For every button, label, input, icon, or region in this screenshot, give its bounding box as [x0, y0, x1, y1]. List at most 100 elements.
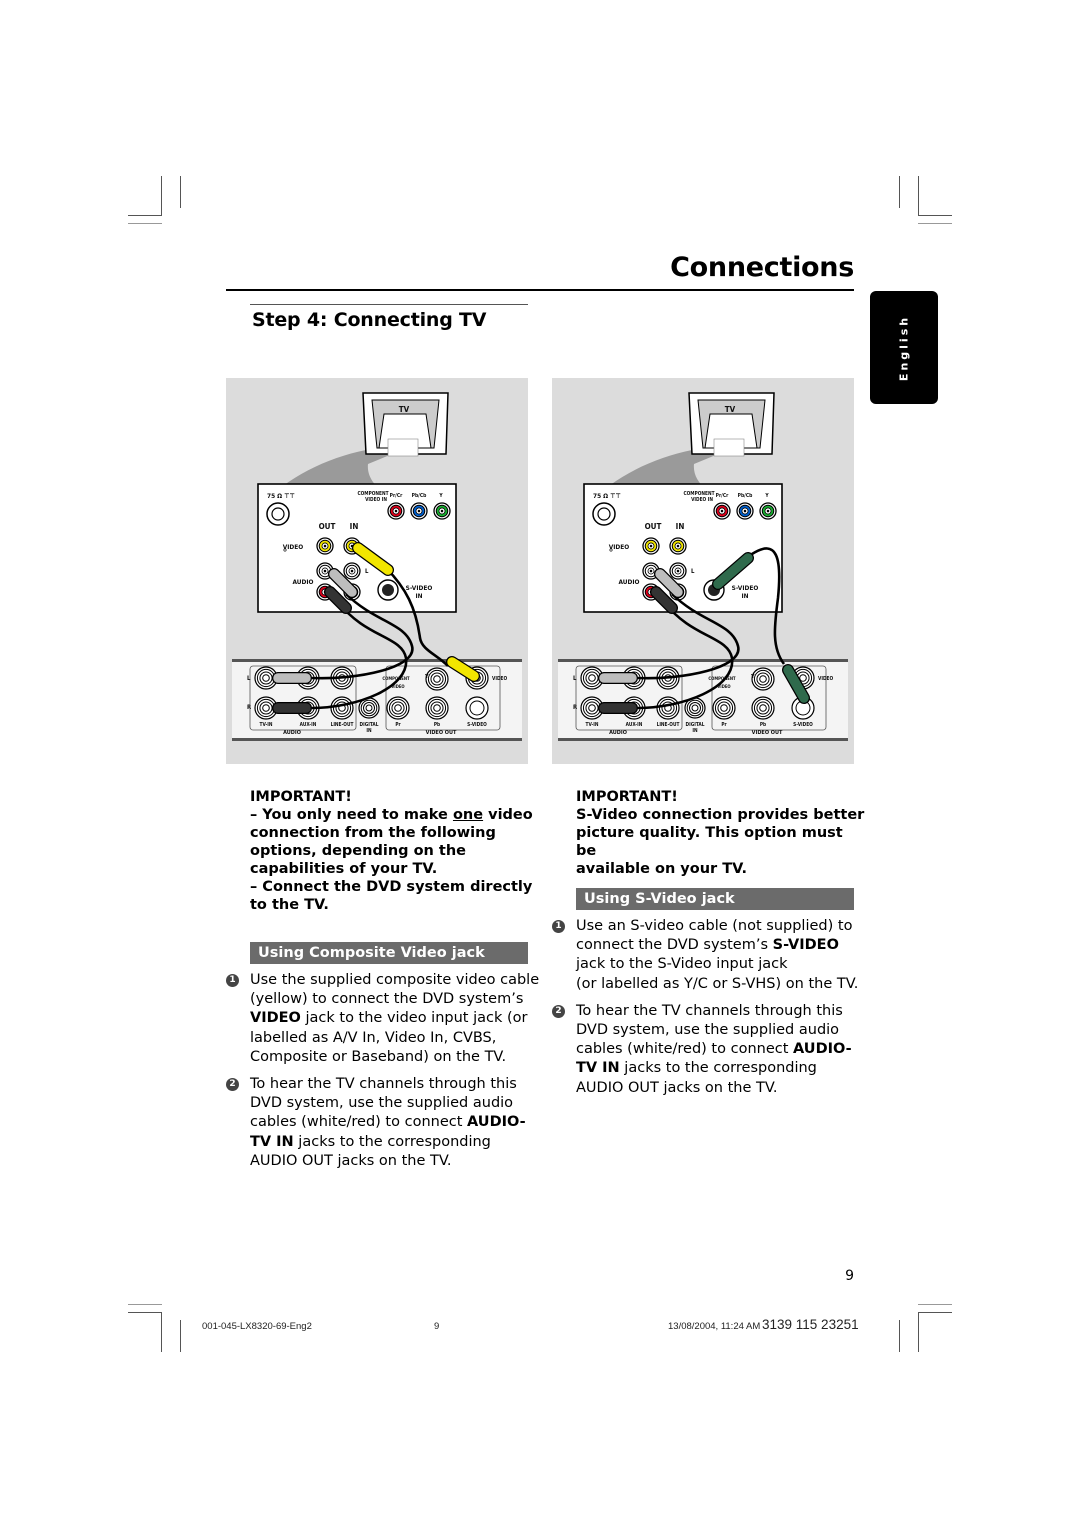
antenna-label: 75 Ω ⊤⊤: [267, 492, 295, 500]
step-line: (or labelled as Y/C or S-VHS) on the TV.: [576, 975, 859, 992]
component-y-jack: [425, 667, 449, 691]
jack-pin: [676, 544, 680, 548]
step-number-badge: 1: [226, 974, 239, 987]
jack-center: [691, 704, 699, 712]
video-label: VIDEO: [609, 543, 630, 551]
crop-mark: [180, 176, 181, 208]
title-divider: [226, 289, 854, 291]
step-line: AUDIO OUT jacks on the TV.: [576, 1079, 778, 1096]
in-label: IN: [350, 522, 359, 531]
footer-sheet-number: 9: [434, 1321, 440, 1332]
y-jack: [759, 502, 777, 520]
bold-term: AUDIO-: [793, 1041, 852, 1058]
pb-label: Pb/Cb: [738, 493, 753, 499]
audio-l-jack: [343, 562, 361, 580]
jack-pin: [766, 509, 770, 513]
jack-center: [394, 704, 402, 712]
step-line: labelled as A/V In, Video In, CVBS,: [250, 1029, 497, 1046]
step-text: Use an S-video cable (not supplied) to co…: [576, 917, 866, 994]
jack-pin: [676, 569, 680, 573]
important-notes-right: S-Video connection provides better pictu…: [576, 806, 866, 878]
video-out-group-label: VIDEO OUT: [752, 730, 783, 736]
crop-mark: [128, 1304, 162, 1305]
bold-term: TV IN: [576, 1060, 620, 1077]
dvd-l-label: L: [573, 675, 577, 682]
step-line: DVD system, use the supplied audio: [250, 1095, 514, 1112]
digital-in-label: IN: [692, 728, 698, 734]
tv-label: TV: [725, 405, 736, 414]
component-pr-jack: [712, 696, 736, 720]
audio-l-jack: [669, 562, 687, 580]
composite-connection-diagram: TV 75 Ω ⊤⊤ COMPONENT VIDEO IN Pr/Cr Pb/Cb Y OUT…: [226, 378, 528, 764]
jack-pin: [440, 509, 444, 513]
page-number: 9: [845, 1268, 854, 1284]
dvd-l-label: L: [247, 675, 251, 682]
line-out-r-jack: [656, 696, 680, 720]
crop-mark: [918, 176, 919, 216]
bold-term: AUDIO-: [467, 1114, 526, 1131]
jack-center: [433, 675, 441, 683]
step-line: TV IN jacks to the corresponding: [576, 1059, 866, 1078]
step-line: cables (white/red) to connect AUDIO-: [250, 1113, 540, 1132]
video-out-jack: [642, 537, 660, 555]
audio-label: AUDIO: [292, 578, 313, 586]
svideo-label: S-VIDEO: [732, 584, 759, 592]
crop-mark: [161, 176, 162, 216]
antenna-jack-inner: [271, 507, 285, 521]
step-text: Use the supplied composite video cable (y…: [250, 971, 540, 1067]
pr-label: Pr/Cr: [716, 493, 729, 499]
crop-mark: [918, 1312, 952, 1313]
step-line: Use an S-video cable (not supplied) to: [576, 918, 853, 934]
important-line: – Connect the DVD system directly: [250, 879, 533, 895]
diagram-svg: TV75 Ω ⊤⊤ COMPONENTVIDEO INPr/Cr Pb/Cb YOUT…: [232, 392, 522, 741]
antenna-label: 75 Ω ⊤⊤: [593, 492, 621, 500]
svideo-label: S-VIDEO: [406, 584, 433, 592]
important-heading-left: IMPORTANT!: [250, 789, 352, 805]
video-label: VIDEO: [818, 676, 833, 682]
digital-label: DIGITAL: [360, 722, 379, 728]
video-label: VIDEO: [283, 543, 304, 551]
important-line: capabilities of your TV.: [250, 861, 438, 877]
text-run: cables (white/red) to connect: [250, 1114, 468, 1131]
jack-center: [759, 675, 767, 683]
footer-timestamp: 13/08/2004, 11:24 AM: [668, 1321, 761, 1332]
video-out-group-label: VIDEO OUT: [426, 730, 457, 736]
dvd-panel-top-edge: [232, 659, 522, 662]
video-label: VIDEO: [492, 676, 507, 682]
crop-mark: [899, 176, 900, 208]
step-text: To hear the TV channels through this DVD …: [250, 1075, 540, 1171]
step-line: TV IN jacks to the corresponding: [250, 1133, 540, 1152]
crop-mark: [180, 1320, 181, 1352]
jack-pin: [323, 569, 327, 573]
jack-center: [262, 704, 270, 712]
audio-group-label: AUDIO: [283, 730, 301, 736]
pb-jack: [410, 502, 428, 520]
svideo-out-jack-inner: [469, 700, 485, 716]
language-tab-label: English: [897, 314, 911, 381]
step-line: jack to the S-Video input jack: [576, 956, 788, 973]
tv-in-label: TV-IN: [260, 722, 273, 728]
component-y-jack: [751, 667, 775, 691]
crop-mark: [918, 1304, 952, 1305]
important-line: options, depending on the: [250, 843, 466, 859]
text-run: – You only need to make: [250, 807, 453, 823]
jack-center: [720, 704, 728, 712]
jack-pin: [350, 569, 354, 573]
text-run: cables (white/red) to connect: [576, 1041, 794, 1058]
bold-term: S-VIDEO: [772, 937, 839, 954]
aux-in-label: AUX-IN: [300, 722, 317, 728]
section-heading-svideo: Using S-Video jack: [576, 888, 854, 910]
tv-jack-area: [713, 438, 745, 457]
audio-group-label: AUDIO: [609, 730, 627, 736]
digital-label: DIGITAL: [686, 722, 705, 728]
dvd-panel-top-edge: [558, 659, 848, 662]
jack-center: [262, 674, 270, 682]
text-run: video: [483, 807, 533, 823]
important-notes-left: – You only need to make one video connec…: [250, 806, 540, 914]
jack-center: [588, 704, 596, 712]
jack-center: [759, 704, 767, 712]
crop-mark: [918, 215, 952, 216]
bold-term: VIDEO: [250, 1010, 301, 1027]
crop-mark: [918, 223, 952, 224]
jack-pin: [720, 509, 724, 513]
